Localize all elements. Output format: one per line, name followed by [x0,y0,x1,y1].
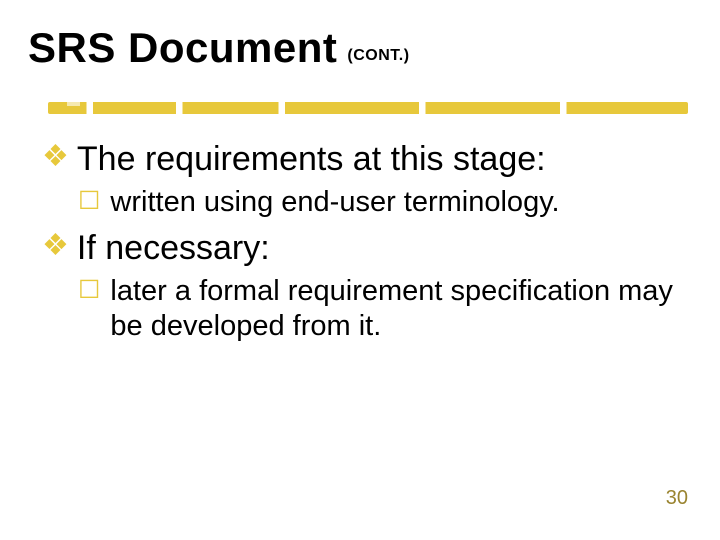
list-item-text: If necessary: [77,229,270,268]
diamond-bullet-icon: ❖ [42,140,69,175]
list-item-text: The requirements at this stage: [77,140,546,179]
square-bullet-icon: ☐ [78,276,100,306]
title-underline [28,102,692,114]
list-item: ☐ written using end-user terminology. [78,185,678,219]
title-main: SRS Document [28,24,337,72]
brush-stroke-icon [48,102,688,114]
page-number: 30 [666,487,688,510]
list-item-text: written using end-user terminology. [110,185,559,219]
square-bullet-icon: ☐ [78,187,100,217]
slide: SRS Document (CONT.) ❖ The requirements … [0,0,720,540]
content-area: ❖ The requirements at this stage: ☐ writ… [28,140,692,343]
title-continuation: (CONT.) [347,47,409,65]
slide-title: SRS Document (CONT.) [28,24,692,72]
diamond-bullet-icon: ❖ [42,229,69,264]
list-item: ❖ The requirements at this stage: [42,140,678,179]
list-item: ☐ later a formal requirement specificati… [78,274,678,342]
list-item-text: later a formal requirement specification… [110,274,678,342]
list-item: ❖ If necessary: [42,229,678,268]
